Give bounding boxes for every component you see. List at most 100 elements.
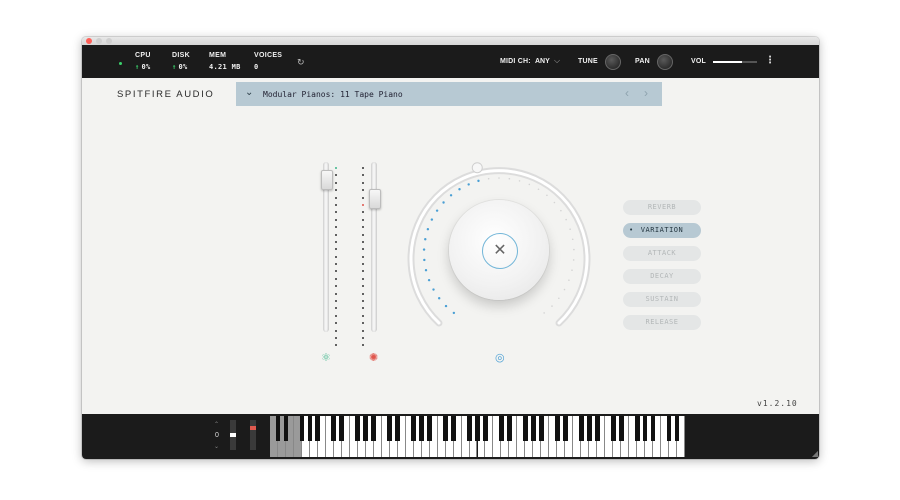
disk-value: 0% [178, 63, 188, 71]
fader-tick [335, 329, 337, 332]
fader-tick [335, 167, 337, 169]
fader-tick [335, 277, 337, 280]
dynamics-fader-handle[interactable] [369, 189, 381, 210]
piano-black-key[interactable] [618, 416, 624, 441]
piano-black-key[interactable] [395, 416, 401, 441]
piano-black-key[interactable] [411, 416, 417, 441]
next-preset-button[interactable]: › [644, 86, 648, 100]
piano-black-key[interactable] [339, 416, 345, 441]
volume-slider[interactable] [713, 61, 757, 63]
fader-tick [362, 344, 364, 347]
voices-label: VOICES [254, 52, 283, 59]
resize-handle-icon[interactable]: ◢ [812, 449, 818, 458]
envelope-button-attack[interactable]: ATTACK [623, 246, 701, 261]
piano-black-key[interactable] [586, 416, 592, 441]
envelope-button-label: DECAY [650, 272, 674, 280]
dial-dot [558, 297, 560, 300]
piano-black-key[interactable] [315, 416, 321, 441]
piano-black-key[interactable] [554, 416, 560, 441]
dial-dot [423, 258, 426, 262]
fader-tick [362, 189, 364, 192]
piano-black-key[interactable] [538, 416, 544, 441]
fader-tick [362, 226, 364, 229]
chevron-down-icon[interactable]: ⌄ [245, 87, 253, 98]
piano-black-key[interactable] [530, 416, 536, 441]
dynamics-fader-track[interactable] [371, 162, 377, 332]
piano-black-key[interactable] [283, 416, 289, 441]
piano-black-key[interactable] [299, 416, 305, 441]
envelope-button-release[interactable]: RELEASE [623, 315, 701, 330]
previous-preset-button[interactable]: ‹ [625, 86, 629, 100]
piano-black-key[interactable] [275, 416, 281, 441]
fader-tick [362, 233, 364, 236]
octave-down-button[interactable]: ⌄ [214, 443, 219, 450]
zoom-window-button[interactable] [106, 38, 112, 44]
pan-knob[interactable] [657, 54, 673, 70]
envelope-button-sustain[interactable]: SUSTAIN [623, 292, 701, 307]
piano-keyboard[interactable] [270, 416, 685, 457]
envelope-button-decay[interactable]: DECAY [623, 269, 701, 284]
disk-stat: DISK ↑ 0% [172, 52, 190, 71]
pitch-wheel-knob[interactable] [230, 433, 236, 437]
top-status-bar: CPU ↑ 0% DISK ↑ 0% MEM 4.21 MB VOICES 0 ↻ … [82, 45, 819, 78]
tune-knob[interactable] [605, 54, 621, 70]
preset-selector[interactable]: ⌄ Modular Pianos: 11 Tape Piano ‹ › [236, 82, 662, 106]
piano-black-key[interactable] [443, 416, 448, 441]
piano-black-key[interactable] [475, 416, 480, 441]
envelope-button-label: ATTACK [647, 249, 677, 257]
piano-black-key[interactable] [594, 416, 600, 441]
fader-tick [335, 189, 337, 192]
piano-black-key[interactable] [642, 416, 648, 441]
piano-black-key[interactable] [371, 416, 377, 441]
expression-fader-handle[interactable] [321, 169, 333, 190]
dial-dot [442, 201, 445, 204]
dial-dot [432, 288, 435, 291]
refresh-icon[interactable]: ↻ [297, 57, 305, 68]
piano-black-key[interactable] [507, 416, 512, 441]
piano-black-key[interactable] [522, 416, 528, 441]
piano-black-key[interactable] [427, 416, 432, 441]
dial-dot [467, 183, 470, 186]
piano-black-key[interactable] [387, 416, 393, 441]
menu-icon[interactable]: ⋮ [765, 55, 775, 66]
envelope-button-variation[interactable]: • VARIATION [623, 223, 701, 238]
cpu-label: CPU [135, 52, 151, 59]
piano-black-key[interactable] [355, 416, 361, 441]
close-window-button[interactable] [86, 38, 92, 44]
piano-black-key[interactable] [331, 416, 337, 441]
mod-wheel[interactable] [250, 420, 256, 450]
piano-black-key[interactable] [483, 416, 488, 441]
fader-tick [335, 336, 337, 339]
piano-black-key[interactable] [666, 416, 672, 441]
piano-black-key[interactable] [419, 416, 425, 441]
piano-black-key[interactable] [499, 416, 504, 441]
tune-label: TUNE [578, 58, 598, 65]
minimize-window-button[interactable] [96, 38, 102, 44]
piano-black-key[interactable] [634, 416, 640, 441]
fader-tick [362, 218, 364, 221]
midi-channel-select[interactable]: ANY [535, 58, 550, 65]
piano-black-key[interactable] [363, 416, 369, 441]
mod-wheel-knob[interactable] [250, 426, 256, 430]
octave-up-button[interactable]: ⌃ [214, 421, 219, 428]
voices-stat: VOICES 0 [254, 52, 282, 71]
piano-black-key[interactable] [578, 416, 584, 441]
pitch-wheel[interactable] [230, 420, 236, 450]
piano-black-key[interactable] [451, 416, 456, 441]
piano-black-key[interactable] [307, 416, 313, 441]
piano-black-key[interactable] [562, 416, 568, 441]
piano-black-key[interactable] [610, 416, 616, 441]
dial-thumb[interactable] [471, 162, 483, 174]
fader-tick [362, 277, 364, 280]
cpu-stat: CPU ↑ 0% [135, 52, 151, 71]
dynamics-fader-scale [362, 167, 364, 352]
piano-black-key[interactable] [467, 416, 472, 441]
active-indicator-icon: • [629, 226, 634, 234]
chevron-down-icon[interactable]: ⌵ [554, 56, 560, 66]
fader-tick [362, 314, 364, 317]
envelope-button-reverb[interactable]: REVERB [623, 200, 701, 215]
piano-black-key[interactable] [674, 416, 680, 441]
piano-black-key[interactable] [650, 416, 656, 441]
fader-tick [362, 336, 364, 339]
fader-tick [335, 211, 337, 214]
